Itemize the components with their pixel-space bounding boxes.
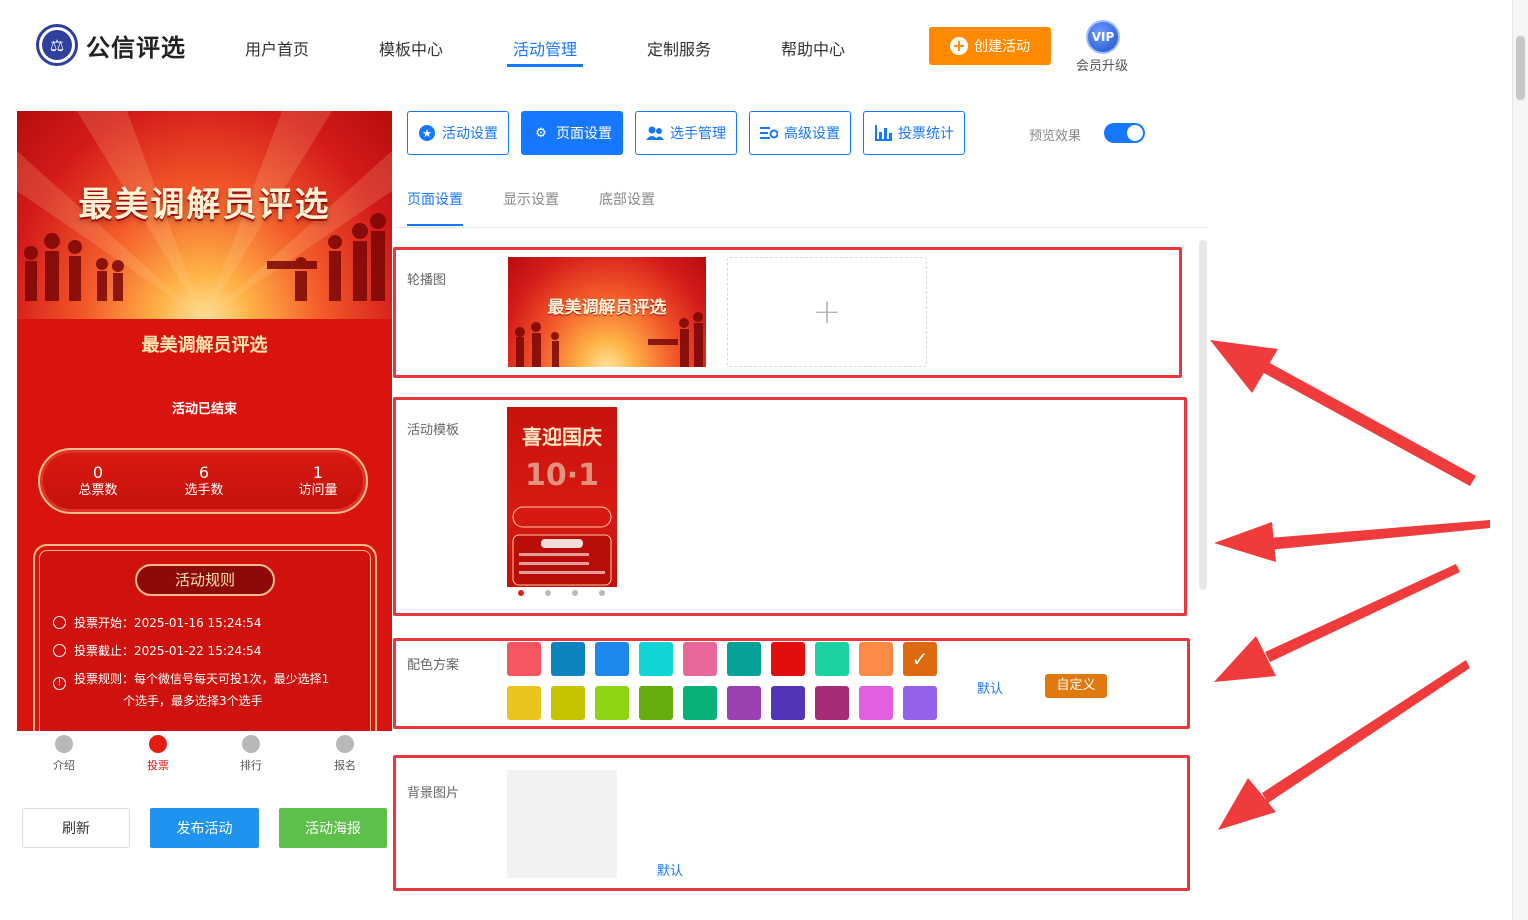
color-swatch[interactable] (551, 686, 585, 720)
annotation-arrows (1210, 340, 1490, 830)
check-icon: ✓ (911, 647, 929, 671)
scrollbar-thumb[interactable] (1516, 36, 1525, 100)
color-swatch[interactable] (595, 686, 629, 720)
arrow-4 (1218, 660, 1470, 830)
color-swatch[interactable] (683, 686, 717, 720)
color-swatch[interactable] (551, 642, 585, 676)
color-swatch[interactable] (771, 642, 805, 676)
color-swatch[interactable] (639, 686, 673, 720)
color-swatch[interactable] (507, 642, 541, 676)
arrow-3 (1214, 564, 1460, 682)
color-swatch[interactable] (727, 642, 761, 676)
color-swatch[interactable] (595, 642, 629, 676)
arrow-1 (1210, 340, 1476, 486)
color-swatch[interactable]: ✓ (903, 642, 937, 676)
color-swatch[interactable] (727, 686, 761, 720)
page: ⚖ 公信评选 用户首页 模板中心 活动管理 定制服务 帮助中心 + 创建活动 V… (0, 0, 1528, 920)
color-swatch[interactable] (859, 686, 893, 720)
color-swatch[interactable] (815, 642, 849, 676)
arrow-2 (1214, 520, 1490, 562)
color-swatch[interactable] (507, 686, 541, 720)
color-swatch[interactable] (815, 686, 849, 720)
color-swatch[interactable] (771, 686, 805, 720)
color-swatch[interactable] (859, 642, 893, 676)
page-scrollbar[interactable] (1512, 0, 1528, 920)
color-swatch[interactable] (639, 642, 673, 676)
color-swatch[interactable] (683, 642, 717, 676)
color-swatch[interactable] (903, 686, 937, 720)
